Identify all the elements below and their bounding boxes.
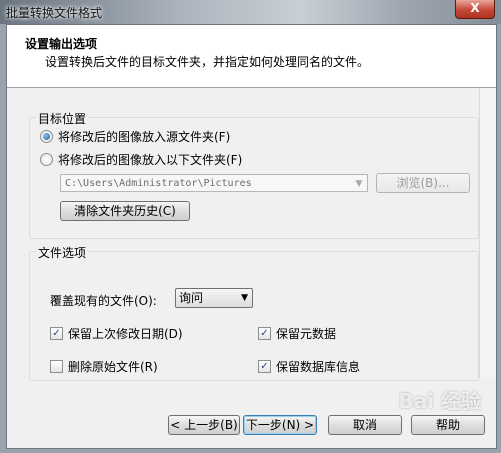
page-subtitle: 设置转换后文件的目标文件夹，并指定如何处理同名的文件。 — [45, 55, 370, 69]
destination-group-label: 目标位置 — [36, 110, 89, 127]
close-icon: X — [470, 1, 480, 15]
chevron-down-icon[interactable]: ▼ — [351, 175, 367, 191]
keep-db-checkbox[interactable]: ✓ — [258, 360, 271, 373]
dialog-window: 设置输出选项 设置转换后文件的目标文件夹，并指定如何处理同名的文件。 目标位置 … — [6, 24, 497, 449]
next-button[interactable]: 下一步(N) > — [243, 415, 317, 435]
window-title: 批量转换文件格式 — [6, 6, 103, 20]
keep-metadata-label: 保留元数据 — [276, 327, 337, 341]
folder-path-text: C:\Users\Administrator\Pictures — [65, 178, 252, 189]
keep-date-checkbox[interactable]: ✓ — [50, 327, 63, 340]
file-options-group: 文件选项 覆盖现有的文件(O): 询问 ▼ ✓ 保留上次修改日期(D) ✓ 保留… — [29, 244, 479, 381]
file-options-group-label: 文件选项 — [36, 244, 89, 261]
overwrite-value: 询问 — [179, 291, 204, 305]
overwrite-select[interactable]: 询问 ▼ — [175, 288, 253, 308]
radio-source-icon[interactable] — [40, 130, 53, 143]
keep-db-checkbox-row[interactable]: ✓ 保留数据库信息 — [258, 358, 360, 375]
radio-source-folder[interactable]: 将修改后的图像放入源文件夹(F) — [40, 128, 230, 145]
title-bar: 批量转换文件格式 X — [0, 0, 501, 24]
wizard-header: 设置输出选项 设置转换后文件的目标文件夹，并指定如何处理同名的文件。 — [7, 25, 496, 88]
back-button[interactable]: < 上一步(B) — [168, 415, 240, 435]
keep-metadata-checkbox-row[interactable]: ✓ 保留元数据 — [258, 325, 336, 342]
page-title: 设置输出选项 — [25, 37, 98, 51]
delete-original-checkbox[interactable] — [50, 360, 63, 373]
destination-group: 目标位置 将修改后的图像放入源文件夹(F) 将修改后的图像放入以下文件夹(F) … — [29, 110, 479, 239]
keep-date-checkbox-row[interactable]: ✓ 保留上次修改日期(D) — [50, 325, 183, 342]
keep-date-label: 保留上次修改日期(D) — [68, 327, 183, 341]
close-button[interactable]: X — [455, 0, 495, 19]
delete-original-checkbox-row[interactable]: 删除原始文件(R) — [50, 358, 158, 375]
radio-other-folder[interactable]: 将修改后的图像放入以下文件夹(F) — [40, 151, 242, 168]
keep-metadata-checkbox[interactable]: ✓ — [258, 327, 271, 340]
cancel-button[interactable]: 取消 — [328, 415, 402, 435]
clear-history-button[interactable]: 清除文件夹历史(C) — [60, 201, 190, 221]
radio-other-label: 将修改后的图像放入以下文件夹(F) — [58, 153, 243, 167]
folder-path-combo[interactable]: C:\Users\Administrator\Pictures ▼ — [60, 174, 368, 192]
keep-db-label: 保留数据库信息 — [276, 360, 361, 374]
chevron-down-icon: ▼ — [241, 293, 248, 303]
help-button[interactable]: 帮助 — [411, 415, 485, 435]
overwrite-label: 覆盖现有的文件(O): — [50, 294, 157, 308]
delete-original-label: 删除原始文件(R) — [68, 360, 158, 374]
browse-button[interactable]: 浏览(B)... — [376, 173, 470, 193]
radio-source-label: 将修改后的图像放入源文件夹(F) — [58, 130, 231, 144]
radio-other-icon[interactable] — [40, 153, 53, 166]
vertical-scrollbar[interactable] — [479, 88, 496, 378]
